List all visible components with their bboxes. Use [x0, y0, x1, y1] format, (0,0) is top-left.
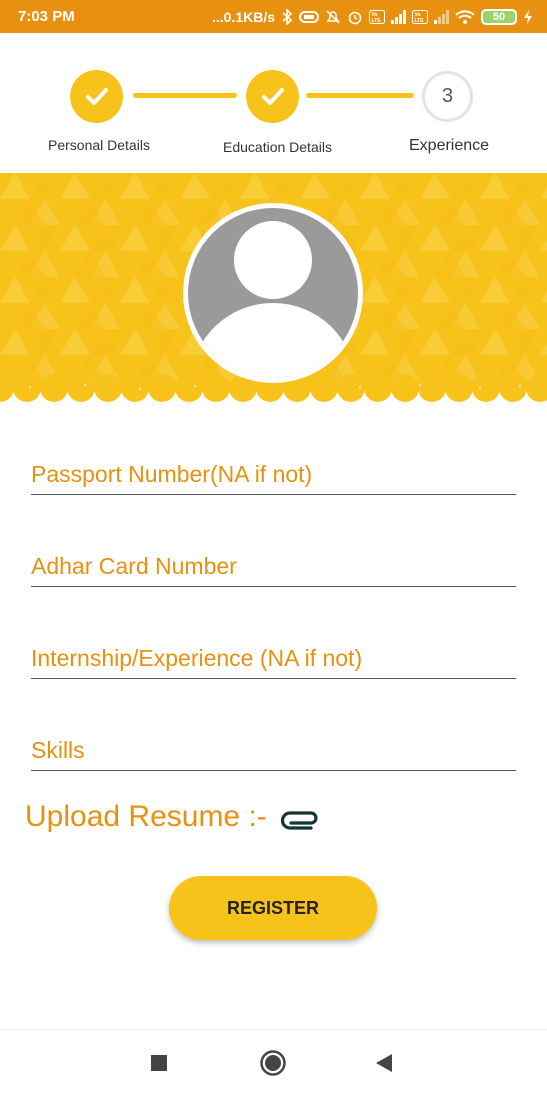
battery-icon: 50: [481, 8, 517, 25]
status-bar: 7:03 PM ...0.1KB/s Vo LTE Vo LTE 50: [0, 0, 547, 33]
signal-icon: [391, 9, 406, 24]
person-placeholder-icon: [191, 221, 355, 378]
check-icon: [86, 88, 108, 105]
skills-field: [31, 731, 516, 771]
back-button[interactable]: [354, 1030, 414, 1095]
step-2-label: Education Details: [223, 139, 332, 155]
paperclip-icon[interactable]: [281, 806, 321, 830]
step-3-number: 3: [441, 85, 454, 107]
status-time: 7:03 PM: [18, 8, 75, 25]
svg-text:LTE: LTE: [372, 18, 382, 24]
adhar-card-input[interactable]: [31, 553, 516, 580]
step-2-indicator: [246, 70, 299, 123]
signal-icon-2: [434, 9, 449, 24]
network-speed: ...0.1KB/s: [211, 8, 275, 25]
experience-field: [31, 639, 516, 679]
home-button[interactable]: [243, 1030, 303, 1095]
charging-icon: [524, 9, 532, 24]
adhar-field: [31, 547, 516, 587]
upload-resume-label: Upload Resume :-: [25, 800, 267, 833]
system-nav-bar: [0, 1029, 547, 1095]
bluetooth-icon: [282, 8, 293, 25]
register-button[interactable]: REGISTER: [169, 876, 377, 940]
home-icon: [260, 1050, 286, 1076]
progress-stepper: 3 Personal Details Education Details Exp…: [0, 33, 547, 173]
step-3-indicator: 3: [422, 71, 473, 122]
recent-apps-icon: [151, 1055, 167, 1071]
internship-experience-input[interactable]: [31, 645, 516, 672]
step-3-label: Experience: [409, 137, 490, 154]
step-connector-2: [306, 93, 414, 98]
alarm-icon: [348, 11, 362, 24]
volte-icon-2: VoLTE: [412, 9, 428, 24]
register-screen: 7:03 PM ...0.1KB/s Vo LTE Vo LTE 50 3 Pe…: [0, 0, 547, 1095]
recent-apps-button[interactable]: [129, 1030, 189, 1095]
skills-input[interactable]: [31, 737, 516, 764]
check-icon: [262, 88, 284, 105]
passport-field: [31, 455, 516, 495]
step-1-indicator: [70, 70, 123, 123]
status-icons: ...0.1KB/s Vo LTE Vo LTE 50: [211, 8, 533, 25]
step-connector-1: [133, 93, 237, 98]
mute-icon: [326, 9, 340, 24]
vibrate-icon: [299, 10, 319, 23]
step-1-label: Personal Details: [48, 137, 150, 153]
volte-icon: VoLTE: [369, 9, 385, 24]
wifi-icon: [455, 9, 475, 24]
profile-avatar[interactable]: [188, 208, 358, 378]
svg-text:LTE: LTE: [415, 18, 425, 24]
back-icon: [376, 1054, 392, 1072]
passport-number-input[interactable]: [31, 461, 516, 488]
